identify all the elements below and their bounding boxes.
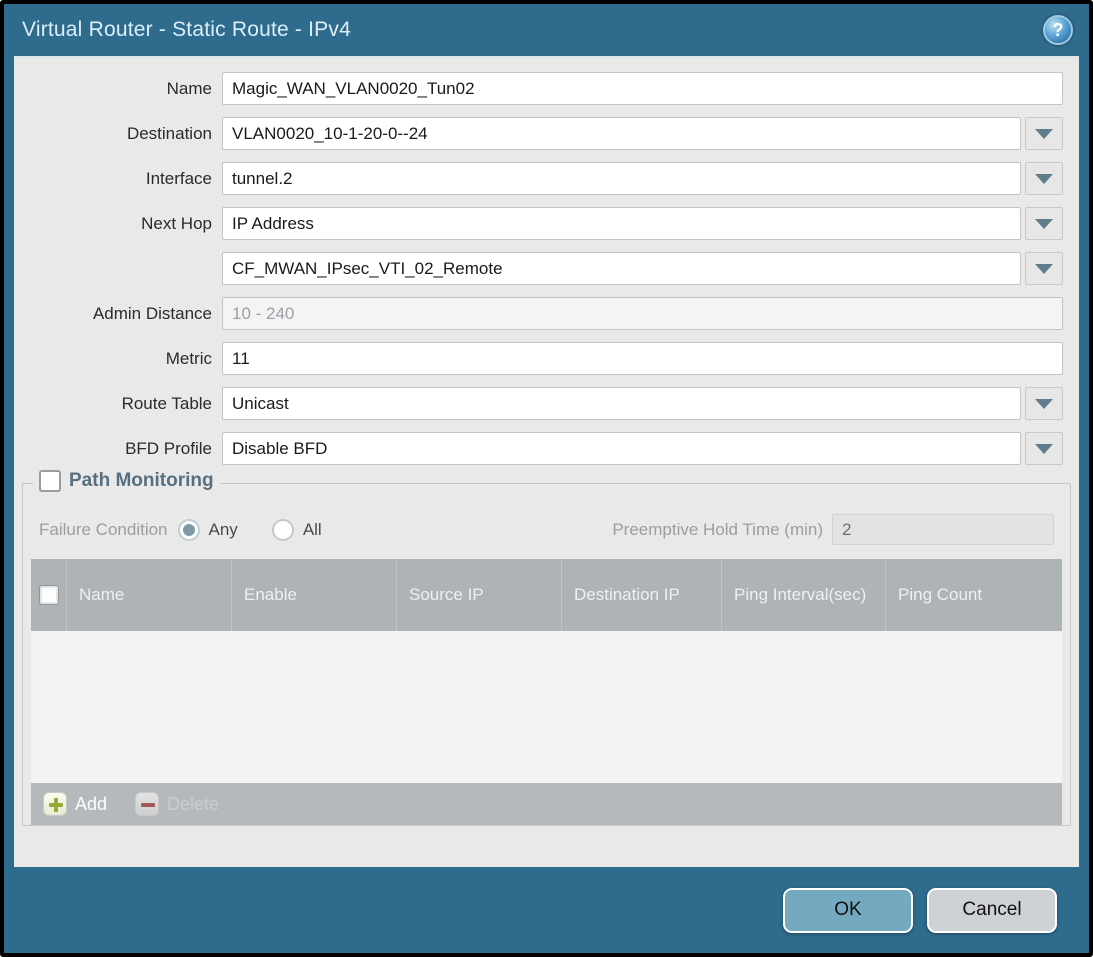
failure-condition-label: Failure Condition bbox=[39, 520, 168, 540]
next-hop-label: Next Hop bbox=[30, 214, 222, 234]
interface-row: Interface bbox=[30, 162, 1063, 195]
chevron-down-icon bbox=[1035, 264, 1053, 274]
plus-icon bbox=[43, 792, 67, 816]
admin-distance-row: Admin Distance bbox=[30, 297, 1063, 330]
preemptive-hold-input[interactable] bbox=[832, 514, 1054, 545]
destination-label: Destination bbox=[30, 124, 222, 144]
chevron-down-icon bbox=[1035, 174, 1053, 184]
cancel-button[interactable]: Cancel bbox=[927, 888, 1057, 933]
next-hop-row: Next Hop bbox=[30, 207, 1063, 240]
select-all-cell bbox=[31, 559, 67, 631]
column-header-name[interactable]: Name bbox=[67, 559, 232, 631]
table-body-empty bbox=[31, 631, 1062, 783]
admin-distance-input[interactable] bbox=[222, 297, 1063, 330]
failure-condition-radio-group: Any All bbox=[178, 519, 356, 541]
route-table-row: Route Table bbox=[30, 387, 1063, 420]
add-button[interactable]: Add bbox=[43, 792, 107, 816]
interface-dropdown-button[interactable] bbox=[1025, 162, 1063, 195]
radio-all-label: All bbox=[303, 520, 322, 540]
preemptive-hold-label: Preemptive Hold Time (min) bbox=[612, 520, 823, 540]
metric-label: Metric bbox=[30, 349, 222, 369]
column-header-source-ip[interactable]: Source IP bbox=[397, 559, 562, 631]
ok-button[interactable]: OK bbox=[783, 888, 913, 933]
route-table-input[interactable] bbox=[222, 387, 1021, 420]
next-hop-address-dropdown-button[interactable] bbox=[1025, 252, 1063, 285]
select-all-checkbox[interactable] bbox=[39, 585, 59, 605]
next-hop-type-input[interactable] bbox=[222, 207, 1021, 240]
path-monitoring-table: Name Enable Source IP Destination IP Pin… bbox=[31, 559, 1062, 825]
failure-condition-row: Failure Condition Any All Preemptive Hol… bbox=[29, 490, 1064, 559]
radio-any[interactable] bbox=[178, 519, 200, 541]
chevron-down-icon bbox=[1035, 219, 1053, 229]
help-icon[interactable]: ? bbox=[1043, 15, 1073, 45]
bfd-profile-row: BFD Profile bbox=[30, 432, 1063, 465]
next-hop-address-row bbox=[30, 252, 1063, 285]
destination-row: Destination bbox=[30, 117, 1063, 150]
metric-input[interactable] bbox=[222, 342, 1063, 375]
delete-button-label: Delete bbox=[167, 794, 219, 815]
bfd-profile-input[interactable] bbox=[222, 432, 1021, 465]
path-monitoring-checkbox[interactable] bbox=[39, 470, 61, 492]
dialog-content: Name Destination Interface bbox=[14, 56, 1079, 867]
static-route-dialog: Virtual Router - Static Route - IPv4 ? N… bbox=[0, 0, 1093, 957]
next-hop-dropdown-button[interactable] bbox=[1025, 207, 1063, 240]
column-header-destination-ip[interactable]: Destination IP bbox=[562, 559, 722, 631]
bfd-profile-label: BFD Profile bbox=[30, 439, 222, 459]
static-route-form: Name Destination Interface bbox=[14, 58, 1079, 479]
delete-button[interactable]: Delete bbox=[135, 792, 219, 816]
dialog-title: Virtual Router - Static Route - IPv4 bbox=[22, 18, 351, 42]
path-monitoring-section: Path Monitoring Failure Condition Any Al… bbox=[22, 483, 1071, 826]
path-monitoring-legend: Path Monitoring bbox=[33, 470, 220, 492]
preemptive-hold-group: Preemptive Hold Time (min) bbox=[612, 514, 1054, 545]
path-monitoring-title: Path Monitoring bbox=[69, 470, 214, 492]
column-header-ping-count[interactable]: Ping Count bbox=[886, 559, 1062, 631]
bfd-profile-dropdown-button[interactable] bbox=[1025, 432, 1063, 465]
column-header-ping-interval[interactable]: Ping Interval(sec) bbox=[722, 559, 886, 631]
interface-input[interactable] bbox=[222, 162, 1021, 195]
admin-distance-label: Admin Distance bbox=[30, 304, 222, 324]
chevron-down-icon bbox=[1035, 399, 1053, 409]
chevron-down-icon bbox=[1035, 129, 1053, 139]
destination-input[interactable] bbox=[222, 117, 1021, 150]
name-input[interactable] bbox=[222, 72, 1063, 105]
radio-all[interactable] bbox=[272, 519, 294, 541]
dialog-footer: OK Cancel bbox=[4, 867, 1089, 953]
chevron-down-icon bbox=[1035, 444, 1053, 454]
column-header-enable[interactable]: Enable bbox=[232, 559, 397, 631]
table-header: Name Enable Source IP Destination IP Pin… bbox=[31, 559, 1062, 631]
route-table-label: Route Table bbox=[30, 394, 222, 414]
title-bar: Virtual Router - Static Route - IPv4 ? bbox=[4, 4, 1089, 56]
name-label: Name bbox=[30, 79, 222, 99]
add-button-label: Add bbox=[75, 794, 107, 815]
interface-label: Interface bbox=[30, 169, 222, 189]
minus-icon bbox=[135, 792, 159, 816]
next-hop-address-input[interactable] bbox=[222, 252, 1021, 285]
route-table-dropdown-button[interactable] bbox=[1025, 387, 1063, 420]
name-row: Name bbox=[30, 72, 1063, 105]
radio-any-label: Any bbox=[209, 520, 238, 540]
metric-row: Metric bbox=[30, 342, 1063, 375]
table-toolbar: Add Delete bbox=[31, 783, 1062, 825]
destination-dropdown-button[interactable] bbox=[1025, 117, 1063, 150]
